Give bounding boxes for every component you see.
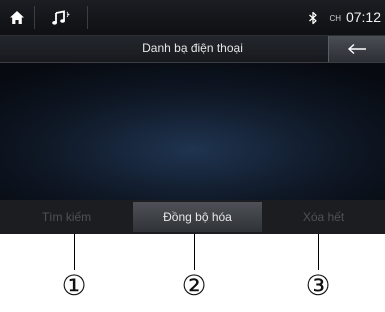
- callout-line-1: [74, 234, 75, 270]
- status-divider: [87, 6, 88, 29]
- clock-period: CH: [329, 14, 341, 23]
- delete-all-button-label: Xóa hết: [302, 210, 345, 224]
- search-button-label: Tìm kiếm: [41, 210, 92, 224]
- callout-number-2: ②: [181, 269, 207, 302]
- title-bar: Danh bạ điện thoại: [0, 36, 385, 63]
- bottom-action-bar: Tìm kiếm Đồng bộ hóa Xóa hết: [0, 200, 385, 234]
- music-note-icon: [52, 9, 70, 25]
- home-button[interactable]: [0, 0, 34, 35]
- sync-button[interactable]: Đồng bộ hóa: [133, 202, 262, 232]
- bluetooth-icon: [309, 11, 317, 24]
- callout-line-2: [194, 234, 195, 270]
- clock-time: 07:12: [345, 9, 381, 25]
- home-icon: [10, 11, 24, 24]
- sync-button-label: Đồng bộ hóa: [163, 210, 232, 224]
- search-button[interactable]: Tìm kiếm: [0, 200, 133, 234]
- bluetooth-indicator: [306, 0, 320, 35]
- delete-all-button[interactable]: Xóa hết: [262, 200, 385, 234]
- status-bar: CH 07:12: [0, 0, 385, 36]
- callout-number-1: ①: [61, 269, 87, 302]
- callout-number-3: ③: [305, 269, 331, 302]
- back-button[interactable]: [328, 36, 385, 62]
- callout-line-3: [318, 234, 319, 270]
- arrow-left-icon: [347, 43, 366, 55]
- music-source-button[interactable]: [35, 0, 87, 35]
- head-unit-screen: CH 07:12 Danh bạ điện thoại Tìm kiếm Đồn…: [0, 0, 385, 234]
